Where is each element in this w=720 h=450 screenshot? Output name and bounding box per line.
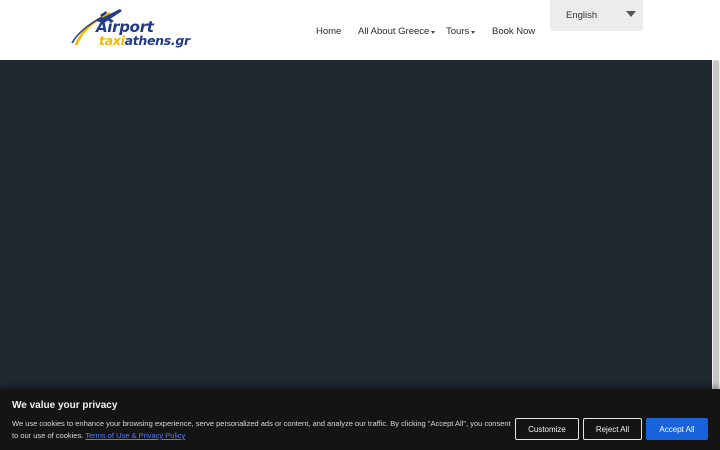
nav-item-book-now[interactable]: Book Now xyxy=(492,23,535,39)
nav-item-home[interactable]: Home xyxy=(316,23,341,39)
chevron-down-icon xyxy=(471,30,476,34)
site-header: Airport taxiathens.gr Home All About Gre… xyxy=(0,0,720,60)
accept-all-button[interactable]: Accept All xyxy=(646,418,708,440)
scrollbar-thumb[interactable] xyxy=(713,60,719,390)
nav-item-tours[interactable]: Tours xyxy=(446,23,476,39)
reject-all-button[interactable]: Reject All xyxy=(583,418,642,440)
cookie-banner-text: We use cookies to enhance your browsing … xyxy=(12,419,511,440)
cookie-banner-title: We value your privacy xyxy=(12,400,118,411)
dropdown-triangle-icon xyxy=(626,11,636,17)
chevron-down-icon xyxy=(431,30,436,34)
nav-item-all-about-greece[interactable]: All About Greece xyxy=(358,23,436,39)
language-selector[interactable]: English xyxy=(550,0,643,31)
cookie-consent-banner: We value your privacy We use cookies to … xyxy=(0,389,720,450)
logo-text-domain: taxiathens.gr xyxy=(99,33,190,48)
site-logo[interactable]: Airport taxiathens.gr xyxy=(70,7,192,53)
terms-privacy-link[interactable]: Terms of Use & Privacy Policy xyxy=(85,431,185,440)
language-selected: English xyxy=(566,10,598,21)
customize-button[interactable]: Customize xyxy=(515,418,579,440)
